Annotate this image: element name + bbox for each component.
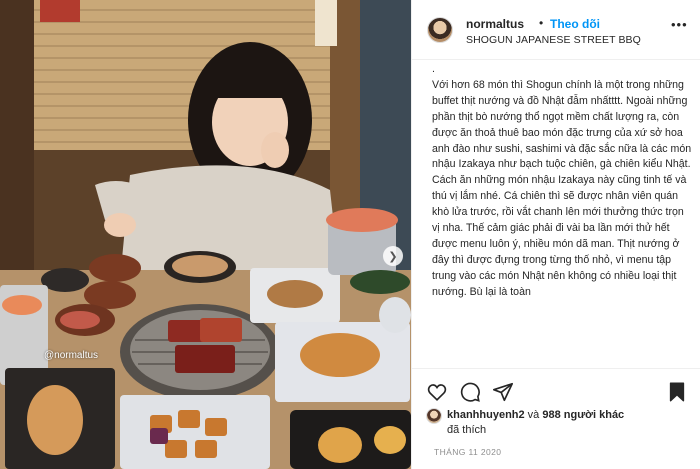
post-date[interactable]: THÁNG 11 2020 — [434, 447, 501, 457]
post-sidebar: normaltus • Theo dõi SHOGUN JAPANESE STR… — [411, 0, 700, 469]
post-photo[interactable]: @normaltus ❯ — [0, 0, 411, 469]
liker-avatar[interactable] — [426, 408, 442, 424]
comment-icon[interactable] — [459, 381, 481, 403]
likes-text: khanhhuyenh2 và 988 người khác — [447, 409, 624, 421]
username-link[interactable]: normaltus — [466, 17, 524, 31]
bookmark-icon[interactable] — [666, 381, 688, 403]
follow-button[interactable]: Theo dõi — [550, 17, 600, 31]
post-caption: . Với hơn 68 món thì Shogun chính là một… — [432, 62, 694, 367]
photo-illustration — [0, 0, 411, 469]
more-icon[interactable]: ••• — [671, 17, 688, 32]
liked-label: đã thích — [447, 424, 487, 436]
location-link[interactable]: SHOGUN JAPANESE STREET BBQ — [466, 34, 641, 46]
liker-username[interactable]: khanhhuyenh2 — [447, 409, 525, 421]
photo-watermark: @normaltus — [44, 350, 99, 361]
separator-dot: • — [539, 16, 544, 30]
likes-count[interactable]: 988 người khác — [542, 409, 624, 421]
post-header: normaltus • Theo dõi SHOGUN JAPANESE STR… — [412, 0, 700, 60]
caption-lead: . — [432, 63, 435, 75]
avatar[interactable] — [427, 17, 453, 43]
heart-icon[interactable] — [426, 381, 448, 403]
chevron-right-icon[interactable]: ❯ — [383, 246, 403, 266]
caption-body: Với hơn 68 món thì Shogun chính là một t… — [432, 78, 692, 298]
action-bar — [412, 368, 700, 408]
send-icon[interactable] — [492, 381, 514, 403]
likes-conjunction: và — [524, 409, 543, 421]
